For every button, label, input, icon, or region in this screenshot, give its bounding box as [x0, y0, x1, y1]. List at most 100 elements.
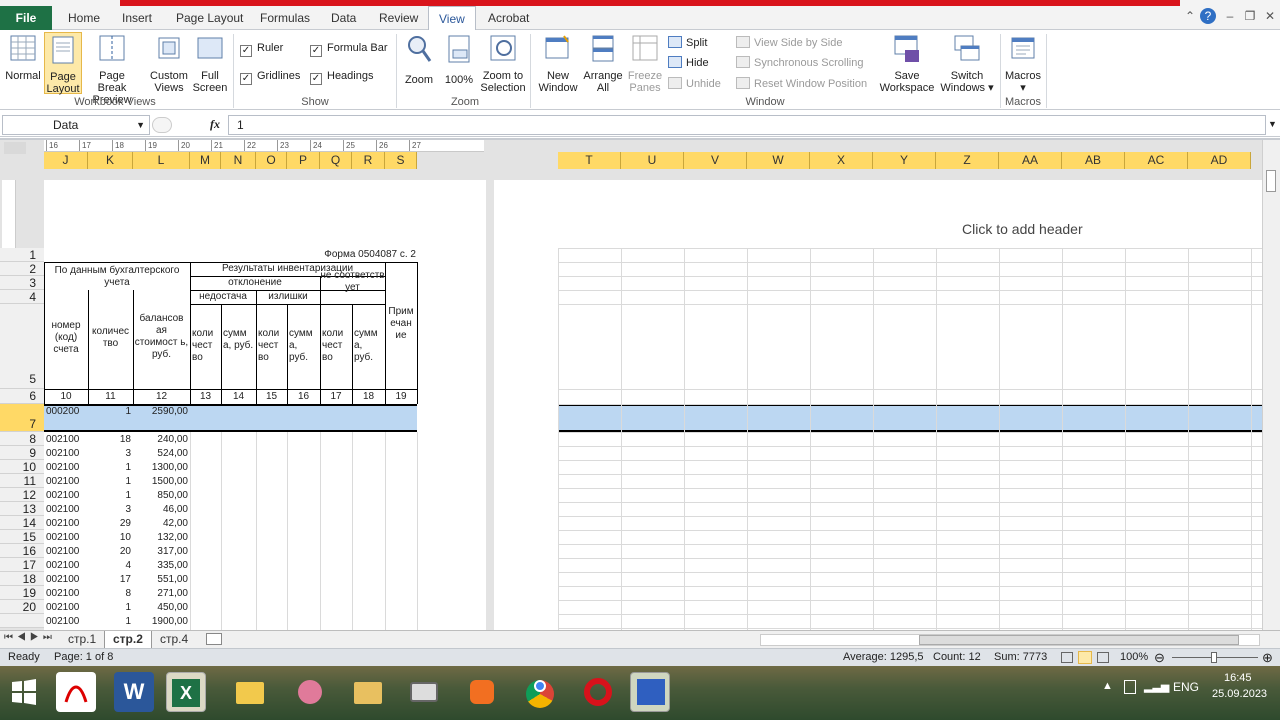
- file-tab[interactable]: File: [0, 6, 52, 30]
- explorer-files-icon[interactable]: [230, 672, 270, 712]
- column-header-M[interactable]: M: [190, 152, 221, 169]
- window-restore-icon[interactable]: ❐: [1242, 8, 1258, 24]
- folder-icon[interactable]: [348, 672, 388, 712]
- zoom-100-button[interactable]: 100%: [442, 34, 476, 86]
- column-header-O[interactable]: O: [256, 152, 287, 169]
- chrome-icon[interactable]: [520, 672, 560, 712]
- account-code-cell[interactable]: 002100: [46, 476, 88, 488]
- balance-cell[interactable]: 132,00: [133, 532, 190, 544]
- save-workspace-button[interactable]: Save Workspace: [878, 34, 936, 94]
- row-header[interactable]: 10: [0, 460, 44, 474]
- column-header-J[interactable]: J: [44, 152, 88, 169]
- arrange-all-button[interactable]: Arrange All: [582, 34, 624, 94]
- account-code-cell[interactable]: 002100: [46, 602, 88, 614]
- split-button[interactable]: Split: [668, 36, 707, 49]
- expand-formula-icon[interactable]: ▼: [1268, 119, 1277, 129]
- zoom-out-icon[interactable]: ⊖: [1154, 650, 1165, 666]
- windows-start-icon[interactable]: [4, 672, 44, 712]
- column-header-L[interactable]: L: [133, 152, 190, 169]
- quantity-cell[interactable]: 1: [88, 616, 133, 628]
- headings-checkbox[interactable]: ✓ Headings: [310, 70, 373, 85]
- quantity-cell[interactable]: 1: [88, 490, 133, 502]
- clock-date[interactable]: 25.09.2023: [1212, 688, 1267, 700]
- page-layout-button[interactable]: Page Layout: [44, 32, 82, 95]
- quantity-cell[interactable]: 18: [88, 434, 133, 446]
- column-header-W[interactable]: W: [747, 152, 810, 169]
- row-header[interactable]: 1: [0, 248, 44, 262]
- page-break-view-icon[interactable]: [1097, 652, 1109, 663]
- row-header[interactable]: 11: [0, 474, 44, 488]
- row-header[interactable]: 6: [0, 389, 44, 404]
- quantity-cell[interactable]: 3: [88, 504, 133, 516]
- chevron-down-icon[interactable]: ▼: [136, 116, 145, 134]
- column-header-N[interactable]: N: [221, 152, 256, 169]
- zoom-to-selection-button[interactable]: Zoom to Selection: [480, 34, 526, 94]
- freeze-panes-button[interactable]: Freeze Panes: [626, 34, 664, 94]
- tab-view[interactable]: View: [428, 6, 476, 30]
- zoom-in-icon[interactable]: ⊕: [1262, 650, 1273, 666]
- column-header-Q[interactable]: Q: [320, 152, 352, 169]
- row-header[interactable]: [0, 614, 44, 628]
- language-indicator[interactable]: ENG: [1173, 680, 1199, 694]
- reset-window-position-button[interactable]: Reset Window Position: [736, 77, 867, 90]
- signal-icon[interactable]: ▂▃▅: [1144, 680, 1169, 693]
- hide-button[interactable]: Hide: [668, 56, 709, 69]
- balance-cell[interactable]: 317,00: [133, 546, 190, 558]
- account-code-cell[interactable]: 002100: [46, 532, 88, 544]
- sheet-tab-4[interactable]: стр.4: [152, 631, 196, 648]
- column-header-V[interactable]: V: [684, 152, 747, 169]
- insert-function-icon[interactable]: fx: [210, 117, 220, 132]
- quantity-cell[interactable]: 8: [88, 588, 133, 600]
- balance-cell[interactable]: 335,00: [133, 560, 190, 572]
- row-header[interactable]: 8: [0, 432, 44, 446]
- row-header[interactable]: 14: [0, 516, 44, 530]
- row-header[interactable]: 17: [0, 558, 44, 572]
- balance-cell[interactable]: 1500,00: [133, 476, 190, 488]
- window-close-icon[interactable]: ✕: [1262, 8, 1278, 24]
- minimize-ribbon-icon[interactable]: ⌃: [1182, 8, 1198, 24]
- insert-sheet-icon[interactable]: [206, 633, 222, 645]
- row-header[interactable]: 3: [0, 276, 44, 290]
- column-header-AC[interactable]: AC: [1125, 152, 1188, 169]
- quantity-cell[interactable]: 20: [88, 546, 133, 558]
- quantity-cell[interactable]: 4: [88, 560, 133, 572]
- balance-cell[interactable]: 271,00: [133, 588, 190, 600]
- battery-icon[interactable]: [1124, 680, 1136, 694]
- column-header-AB[interactable]: AB: [1062, 152, 1125, 169]
- add-header-placeholder[interactable]: Click to add header: [962, 221, 1083, 237]
- zoom-button[interactable]: Zoom: [402, 34, 436, 86]
- balance-cell[interactable]: 240,00: [133, 434, 190, 446]
- account-code-cell[interactable]: 000200: [46, 406, 88, 418]
- full-screen-button[interactable]: Full Screen: [192, 34, 228, 94]
- zoom-level[interactable]: 100%: [1120, 651, 1148, 663]
- account-code-cell[interactable]: 002100: [46, 434, 88, 446]
- account-code-cell[interactable]: 002100: [46, 518, 88, 530]
- select-all-corner[interactable]: [4, 142, 26, 154]
- synchronous-scrolling-button[interactable]: Synchronous Scrolling: [736, 56, 863, 69]
- row-header[interactable]: 5: [0, 304, 44, 389]
- column-header-S[interactable]: S: [385, 152, 417, 169]
- balance-cell[interactable]: 850,00: [133, 490, 190, 502]
- account-code-cell[interactable]: 002100: [46, 574, 88, 586]
- account-code-cell[interactable]: 002100: [46, 616, 88, 628]
- quantity-cell[interactable]: 1: [88, 462, 133, 474]
- quantity-cell[interactable]: 17: [88, 574, 133, 586]
- tab-page-layout[interactable]: Page Layout: [166, 6, 253, 30]
- window-minimize-icon[interactable]: –: [1222, 8, 1238, 24]
- column-header-P[interactable]: P: [287, 152, 320, 169]
- quantity-cell[interactable]: 1: [88, 602, 133, 614]
- view-side-by-side-button[interactable]: View Side by Side: [736, 36, 842, 49]
- sheet-tab-1[interactable]: стр.1: [60, 631, 104, 648]
- namebox-splitter[interactable]: [152, 117, 172, 133]
- account-code-cell[interactable]: 002100: [46, 490, 88, 502]
- account-code-cell[interactable]: 002100: [46, 560, 88, 572]
- switch-windows-button[interactable]: Switch Windows ▾: [938, 34, 996, 94]
- new-window-button[interactable]: New Window: [536, 34, 580, 94]
- sheet-nav-arrows-icon[interactable]: ⏮◀▶⏭: [4, 632, 56, 643]
- word-icon[interactable]: W: [114, 672, 154, 712]
- balance-cell[interactable]: 524,00: [133, 448, 190, 460]
- tab-review[interactable]: Review: [369, 6, 428, 30]
- row-header[interactable]: 4: [0, 290, 44, 304]
- clock-time[interactable]: 16:45: [1224, 672, 1252, 684]
- page-layout-view-icon[interactable]: [1078, 651, 1092, 664]
